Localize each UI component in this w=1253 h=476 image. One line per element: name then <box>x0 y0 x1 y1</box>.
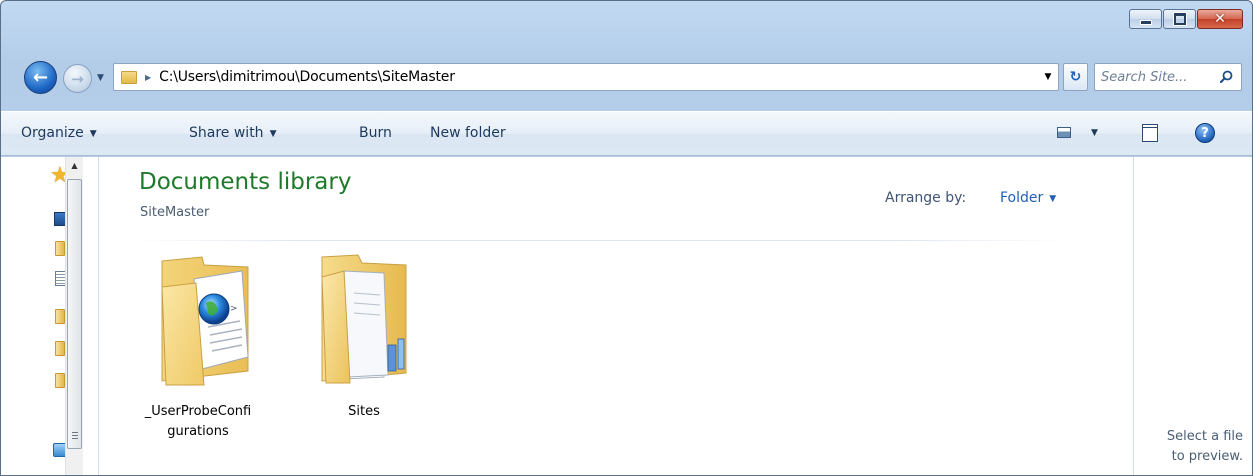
recent-pages-dropdown[interactable]: ▼ <box>97 73 104 83</box>
explorer-window: ✕ ← → ▼ ▶ C:\Users\dimitrimou\Documents\… <box>0 0 1253 476</box>
preview-pane-icon[interactable] <box>1142 124 1158 142</box>
downloads-folder-icon[interactable] <box>55 241 65 256</box>
back-button[interactable]: ← <box>24 61 57 94</box>
item-name-line: _UserProbeConfi <box>144 404 252 419</box>
search-icon[interactable] <box>1220 70 1233 83</box>
close-button[interactable]: ✕ <box>1197 9 1243 29</box>
nav-pane-scrollbar[interactable]: ▲ <box>65 157 83 475</box>
back-arrow-icon: ← <box>32 67 49 88</box>
arrange-by-label: Arrange by: <box>885 190 967 206</box>
organize-menu[interactable]: Organize ▼ <box>21 125 97 141</box>
navigation-pane: ★ ▲ <box>1 157 99 475</box>
svg-text:>: > <box>230 304 238 314</box>
chevron-down-icon: ▼ <box>269 129 277 139</box>
organize-label: Organize <box>21 125 84 141</box>
address-bar[interactable]: ▶ C:\Users\dimitrimou\Documents\SiteMast… <box>113 63 1059 91</box>
item-name-line: gurations <box>167 424 229 439</box>
close-icon: ✕ <box>1214 11 1226 27</box>
minimize-icon <box>1139 19 1152 25</box>
address-path[interactable]: C:\Users\dimitrimou\Documents\SiteMaster <box>159 69 1038 85</box>
help-icon[interactable]: ? <box>1195 123 1215 143</box>
header-divider <box>129 240 1069 241</box>
maximize-button[interactable] <box>1163 9 1196 29</box>
item-name[interactable]: Sites <box>309 402 419 422</box>
refresh-button[interactable]: ↻ <box>1063 63 1088 91</box>
forward-button[interactable]: → <box>63 64 92 93</box>
scroll-up-arrow-icon[interactable]: ▲ <box>66 161 83 170</box>
caption-buttons: ✕ <box>1129 9 1243 29</box>
library-folder-icon[interactable] <box>55 309 65 324</box>
library-subtitle: SiteMaster <box>140 205 210 220</box>
folder-with-documents-icon <box>321 254 407 384</box>
new-folder-button[interactable]: New folder <box>430 125 506 141</box>
grip-icon <box>72 432 78 439</box>
preview-message-line: Select a file <box>1166 429 1243 444</box>
folder-icon <box>121 70 137 84</box>
folder-with-web-document-icon: > <box>161 256 249 386</box>
maximize-icon <box>1173 13 1186 25</box>
forward-arrow-icon: → <box>71 69 84 88</box>
chevron-down-icon: ▼ <box>1049 194 1057 204</box>
library-folder-icon[interactable] <box>55 341 65 356</box>
share-with-menu[interactable]: Share with ▼ <box>189 125 276 141</box>
command-bar: Organize ▼ Share with ▼ Burn New folder ▼ … <box>1 111 1252 156</box>
minimize-button[interactable] <box>1129 9 1162 29</box>
view-options-dropdown-icon[interactable]: ▼ <box>1091 128 1098 138</box>
preview-message: Select a file to preview. <box>1143 427 1243 467</box>
item-name[interactable]: _UserProbeConfi gurations <box>133 402 263 442</box>
preview-message-line: to preview. <box>1171 449 1243 464</box>
arrange-by-dropdown[interactable]: Folder ▼ <box>1000 190 1056 206</box>
arrange-by-value: Folder <box>1000 190 1044 206</box>
navigation-row: ← → ▼ ▶ C:\Users\dimitrimou\Documents\Si… <box>1 57 1252 94</box>
library-folder-icon[interactable] <box>55 373 65 388</box>
content-area: ★ ▲ Documents library SiteMaster Arrange… <box>1 157 1252 475</box>
chevron-down-icon: ▼ <box>89 129 97 139</box>
search-input[interactable] <box>1101 69 1211 85</box>
scroll-thumb[interactable] <box>67 179 82 449</box>
folder-item[interactable]: Sites <box>309 253 419 422</box>
search-box[interactable] <box>1094 63 1242 91</box>
item-name-line: Sites <box>348 404 380 419</box>
refresh-icon: ↻ <box>1069 69 1082 85</box>
change-view-icon[interactable] <box>1057 127 1071 138</box>
library-title: Documents library <box>139 169 352 195</box>
folder-item[interactable]: > _UserProbeConfi gurations <box>133 253 263 442</box>
preview-pane: Select a file to preview. <box>1133 157 1252 475</box>
address-dropdown-icon[interactable]: ▼ <box>1038 72 1058 82</box>
share-with-label: Share with <box>189 125 264 141</box>
burn-button[interactable]: Burn <box>359 125 392 141</box>
breadcrumb-chevron-icon[interactable]: ▶ <box>145 73 151 82</box>
file-list-pane: Documents library SiteMaster Arrange by:… <box>99 157 1134 475</box>
